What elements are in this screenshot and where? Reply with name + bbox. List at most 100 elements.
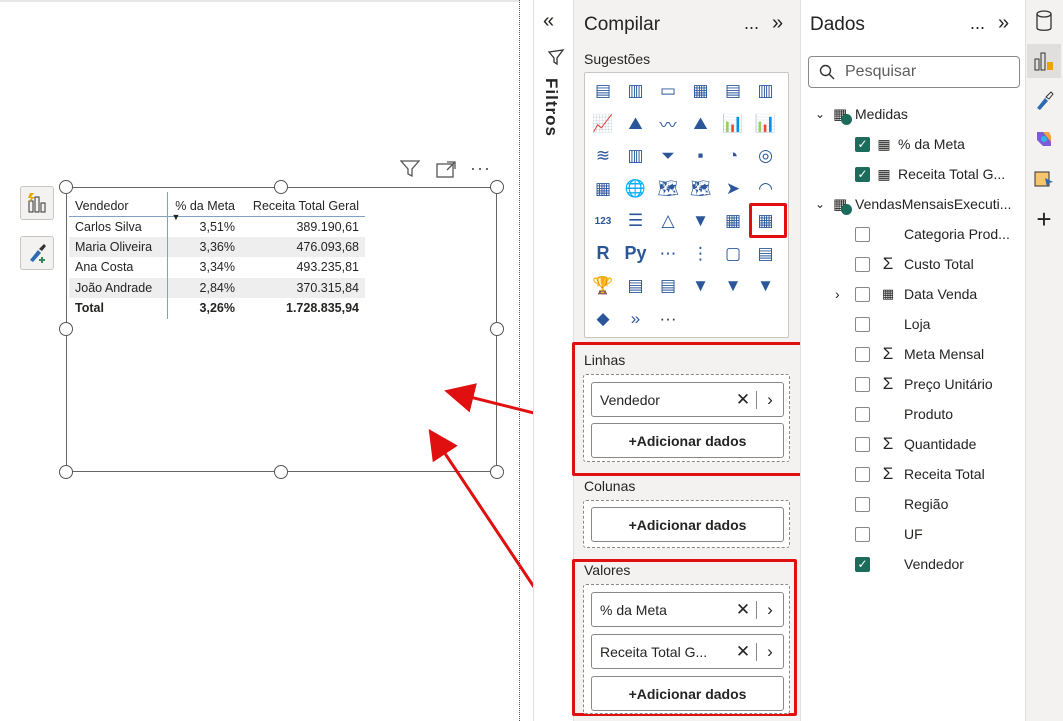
visual-type-icon[interactable]: 🗺 — [654, 175, 682, 203]
build-more-icon[interactable]: ... — [744, 13, 759, 34]
field-item[interactable]: Σ Meta Mensal — [855, 339, 984, 369]
visual-type-icon[interactable]: ⋮ — [687, 240, 715, 268]
chevron-down-icon[interactable]: ⌄ — [815, 107, 833, 121]
field-checkbox[interactable] — [855, 466, 870, 482]
field-checkbox[interactable] — [855, 346, 870, 362]
visual-type-icon[interactable]: ⛰ — [622, 110, 650, 138]
visual-type-icon[interactable]: ▤ — [719, 77, 747, 105]
field-item[interactable]: Categoria Prod... — [855, 219, 1010, 249]
field-checkbox[interactable]: ✓ — [855, 166, 870, 182]
visual-type-icon[interactable]: 🏆 — [589, 272, 617, 300]
visual-type-icon[interactable]: ▭ — [654, 77, 682, 105]
values-well[interactable]: % da Meta ✕ › Receita Total G... ✕ › +Ad… — [583, 584, 790, 714]
visual-type-icon[interactable]: ▤ — [622, 272, 650, 300]
field-checkbox[interactable]: ✓ — [855, 556, 870, 572]
field-item[interactable]: Produto — [855, 399, 953, 429]
field-checkbox[interactable] — [855, 406, 870, 422]
visual-type-icon[interactable]: » — [622, 305, 650, 333]
visual-type-icon[interactable]: ▼ — [719, 272, 747, 300]
visual-type-icon[interactable]: 📈 — [589, 110, 617, 138]
visual-type-icon[interactable]: 123 — [589, 207, 617, 235]
visual-type-icon[interactable]: Py — [622, 240, 650, 268]
field-item[interactable]: ✓ ▦ Receita Total G... — [855, 159, 1005, 189]
rows-field-pill[interactable]: Vendedor ✕ › — [591, 382, 784, 417]
visual-type-icon[interactable]: 📊 — [752, 110, 780, 138]
values-field-pill[interactable]: % da Meta ✕ › — [591, 592, 784, 627]
add-data-rows-button[interactable]: +Adicionar dados — [591, 423, 784, 458]
remove-field-icon[interactable]: ✕ — [730, 642, 756, 662]
field-item[interactable]: ✓ Vendedor — [855, 549, 964, 579]
visual-type-icon[interactable]: ▦ — [719, 207, 747, 235]
expand-filters-icon[interactable]: « — [543, 10, 554, 33]
field-item[interactable]: ✓ ▦ % da Meta — [855, 129, 965, 159]
field-checkbox[interactable] — [855, 436, 870, 452]
add-data-values-button[interactable]: +Adicionar dados — [591, 676, 784, 711]
visual-type-icon[interactable]: ◔ — [719, 142, 747, 170]
field-item[interactable]: Σ Preço Unitário — [855, 369, 993, 399]
format-pane-icon[interactable] — [1027, 84, 1061, 118]
chevron-right-icon[interactable]: › — [757, 600, 783, 620]
visual-type-icon[interactable]: 🌐 — [622, 175, 650, 203]
visual-type-icon[interactable]: ▦ — [589, 175, 617, 203]
data-more-icon[interactable]: ... — [970, 13, 985, 34]
field-checkbox[interactable] — [855, 376, 870, 392]
visual-type-icon[interactable]: ☰ — [622, 207, 650, 235]
visual-type-icon[interactable]: △ — [654, 207, 682, 235]
table-group[interactable]: ⌄ ▦ VendasMensaisExecuti... — [815, 189, 1011, 219]
chevron-right-icon[interactable]: › — [835, 286, 840, 302]
measures-group[interactable]: ⌄ ▦ Medidas — [815, 99, 908, 129]
visual-type-icon[interactable]: ▤ — [589, 77, 617, 105]
field-item[interactable]: Σ Receita Total — [855, 459, 985, 489]
collapse-data-icon[interactable]: » — [998, 12, 1009, 35]
visual-type-icon[interactable]: ▼ — [752, 272, 780, 300]
visual-type-icon[interactable]: ⋯ — [654, 240, 682, 268]
visual-type-icon[interactable]: ≋ — [589, 142, 617, 170]
visual-type-icon[interactable]: ▥ — [752, 77, 780, 105]
field-checkbox[interactable] — [855, 286, 870, 302]
visual-type-icon[interactable]: ◠ — [752, 175, 780, 203]
bookmark-pane-icon[interactable] — [1027, 162, 1061, 196]
columns-well[interactable]: +Adicionar dados — [583, 500, 790, 548]
chevron-right-icon[interactable]: › — [757, 390, 783, 410]
visual-type-icon[interactable]: ▤ — [752, 240, 780, 268]
rows-well[interactable]: Vendedor ✕ › +Adicionar dados — [583, 374, 790, 462]
visual-type-icon[interactable]: ▦ — [687, 77, 715, 105]
search-box[interactable]: Pesquisar — [808, 56, 1020, 88]
remove-field-icon[interactable]: ✕ — [730, 390, 756, 410]
visual-type-icon[interactable]: ⛰ — [687, 110, 715, 138]
visual-type-icon[interactable]: ▤ — [654, 272, 682, 300]
chevron-right-icon[interactable]: › — [757, 642, 783, 662]
visual-type-icon[interactable]: ➤ — [719, 175, 747, 203]
visual-type-icon[interactable]: ▪ — [687, 142, 715, 170]
field-item[interactable]: Σ Custo Total — [855, 249, 974, 279]
visual-type-icon[interactable]: 📊 — [719, 110, 747, 138]
filters-label[interactable]: Filtros — [541, 78, 561, 137]
field-item[interactable]: Σ Quantidade — [855, 429, 976, 459]
add-pane-icon[interactable]: + — [1027, 202, 1061, 236]
values-field-pill[interactable]: Receita Total G... ✕ › — [591, 634, 784, 669]
visual-type-icon[interactable]: ◎ — [752, 142, 780, 170]
visual-type-icon[interactable]: ⏷ — [654, 142, 682, 170]
field-checkbox[interactable] — [855, 316, 870, 332]
remove-field-icon[interactable]: ✕ — [730, 600, 756, 620]
collapse-build-icon[interactable]: » — [772, 12, 783, 35]
field-checkbox[interactable] — [855, 226, 870, 242]
build-pane-icon[interactable] — [1027, 44, 1061, 78]
data-pane-icon[interactable] — [1027, 4, 1061, 38]
field-item[interactable]: Loja — [855, 309, 930, 339]
field-checkbox[interactable] — [855, 496, 870, 512]
visual-type-icon[interactable]: ··· — [654, 305, 682, 333]
visual-type-icon[interactable]: ▥ — [622, 142, 650, 170]
visual-type-icon[interactable]: 🗺 — [687, 175, 715, 203]
visual-type-icon[interactable]: ▼ — [687, 272, 715, 300]
field-item[interactable]: Região — [855, 489, 948, 519]
visual-type-icon[interactable]: R — [589, 240, 617, 268]
visual-type-icon[interactable]: ▼ — [687, 207, 715, 235]
add-data-columns-button[interactable]: +Adicionar dados — [591, 507, 784, 542]
field-checkbox[interactable] — [855, 256, 870, 272]
field-checkbox[interactable]: ✓ — [855, 136, 870, 152]
visual-type-icon[interactable]: 〰 — [654, 110, 682, 138]
field-item[interactable]: UF — [855, 519, 923, 549]
chevron-down-icon[interactable]: ⌄ — [815, 197, 833, 211]
visual-type-icon[interactable]: ▢ — [719, 240, 747, 268]
